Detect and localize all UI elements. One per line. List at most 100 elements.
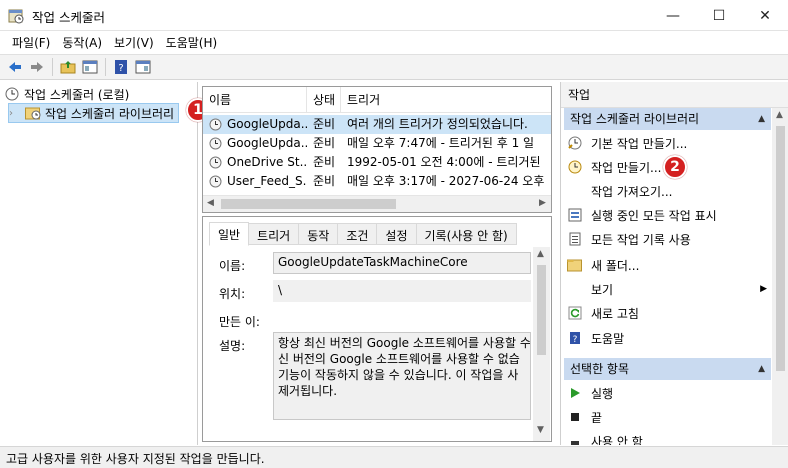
blank-icon (567, 183, 583, 199)
show-hide-console-tree-button[interactable] (79, 56, 101, 78)
scrollbar-thumb[interactable] (221, 199, 396, 209)
refresh-icon (567, 305, 583, 321)
task-trigger: 매일 오후 3:17에 - 2027-06-24 오후 (347, 174, 545, 188)
action-label: 실행 (591, 386, 614, 401)
task-row[interactable]: GoogleUpda... 준비 매일 오후 7:47에 - 트리거된 후 1 … (203, 134, 551, 153)
status-bar: 고급 사용자를 위한 사용자 지정된 작업을 만듭니다. (0, 446, 788, 468)
action-new-folder[interactable]: 새 폴더... (567, 254, 767, 276)
callout-badge-2: 2 (663, 155, 687, 179)
description-line: 기능이 작동하지 않을 수 있습니다. 이 작업을 사 (278, 368, 519, 382)
help-toolbar-button[interactable]: ? (110, 56, 132, 78)
detail-vertical-scrollbar[interactable]: ▲ ▼ (533, 247, 550, 441)
window-title: 작업 스케줄러 (32, 10, 105, 25)
tab-conditions[interactable]: 조건 (337, 223, 378, 245)
chevron-right-icon[interactable]: › (9, 108, 21, 119)
history-icon (567, 231, 583, 247)
close-button[interactable]: ✕ (742, 0, 788, 31)
submenu-arrow-icon: ▶ (760, 284, 767, 294)
detail-tabs: 일반 트리거 동작 조건 설정 기록(사용 안 함) (209, 222, 517, 246)
task-name-field[interactable]: GoogleUpdateTaskMachineCore (273, 252, 531, 274)
menu-file[interactable]: 파일(F) (6, 31, 56, 53)
description-line: 항상 최신 버전의 Google 소프트웨어를 사용할 수 (278, 336, 531, 350)
tab-general[interactable]: 일반 (209, 222, 250, 246)
tab-history[interactable]: 기록(사용 안 함) (415, 223, 517, 245)
scroll-down-icon[interactable]: ▼ (537, 425, 544, 435)
action-view[interactable]: 보기 ▶ (567, 278, 767, 300)
maximize-button[interactable]: ☐ (696, 0, 742, 31)
action-help[interactable]: ? 도움말 (567, 327, 767, 349)
tree-item-task-scheduler-library[interactable]: › 작업 스케줄러 라이브러리 (8, 103, 180, 123)
action-refresh[interactable]: 새로 고침 (567, 302, 767, 324)
section-header-label: 작업 스케줄러 라이브러리 (570, 112, 700, 126)
scroll-up-icon[interactable]: ▲ (776, 110, 783, 120)
task-detail-pane: 일반 트리거 동작 조건 설정 기록(사용 안 함) 이름: GoogleUpd… (202, 216, 552, 442)
section-header-library[interactable]: 작업 스케줄러 라이브러리 ▲ (564, 108, 771, 130)
action-end[interactable]: 끝 (567, 406, 767, 428)
minimize-icon: — (666, 7, 680, 24)
column-header-status[interactable]: 상태 (307, 87, 341, 113)
action-display-running-tasks[interactable]: 실행 중인 모든 작업 표시 (567, 204, 767, 226)
action-label: 작업 가져오기... (591, 184, 673, 199)
description-line: 제거됩니다. (278, 384, 338, 398)
action-run[interactable]: 실행 (567, 382, 767, 404)
blank-icon (567, 281, 583, 297)
menu-bar: 파일(F) 동작(A) 보기(V) 도움말(H) (0, 31, 788, 53)
column-header-name[interactable]: 이름 (203, 87, 307, 113)
action-disable[interactable]: 사용 안 함 (567, 430, 767, 445)
scroll-right-icon[interactable]: ▶ (539, 198, 546, 208)
menu-view[interactable]: 보기(V) (108, 31, 160, 53)
toolbar: ? (0, 54, 788, 80)
tab-triggers[interactable]: 트리거 (248, 223, 300, 245)
task-description-field[interactable]: 항상 최신 버전의 Google 소프트웨어를 사용할 수 신 버전의 Goog… (273, 332, 531, 420)
action-label: 사용 안 함 (591, 434, 643, 446)
menu-action[interactable]: 동작(A) (56, 31, 108, 53)
collapse-icon[interactable]: ▲ (758, 108, 765, 130)
scrollbar-thumb[interactable] (537, 265, 546, 355)
task-location-field: \ (273, 280, 531, 302)
scroll-up-icon[interactable]: ▲ (537, 249, 544, 259)
action-create-basic-task[interactable]: 기본 작업 만들기... (567, 132, 767, 154)
description-line: 신 버전의 Google 소프트웨어를 사용할 수 없습 (278, 352, 520, 366)
task-scheduler-app-icon (8, 8, 24, 24)
task-name: OneDrive St... (227, 155, 307, 169)
section-header-selected-item[interactable]: 선택한 항목 ▲ (564, 358, 771, 380)
task-row[interactable]: User_Feed_S... 준비 매일 오후 3:17에 - 2027-06-… (203, 172, 551, 191)
back-button[interactable] (4, 56, 26, 78)
up-one-level-button[interactable] (57, 56, 79, 78)
action-label: 도움말 (591, 331, 625, 346)
title-bar: 작업 스케줄러 — ☐ ✕ (0, 0, 788, 31)
close-icon: ✕ (759, 7, 771, 24)
forward-button[interactable] (26, 56, 48, 78)
show-hide-action-pane-button[interactable] (132, 56, 154, 78)
action-enable-all-history[interactable]: 모든 작업 기록 사용 (567, 228, 767, 250)
task-row[interactable]: GoogleUpda... 준비 여러 개의 트리거가 정의되었습니다. (203, 115, 551, 134)
task-status: 준비 (313, 117, 336, 131)
horizontal-scrollbar[interactable]: ◀ ▶ (203, 195, 551, 212)
console-tree: 작업 스케줄러 (로컬) › 작업 스케줄러 라이브러리 1 (0, 82, 210, 445)
menu-help[interactable]: 도움말(H) (160, 31, 224, 53)
scroll-left-icon[interactable]: ◀ (207, 198, 214, 208)
maximize-icon: ☐ (712, 7, 726, 24)
show-hide-action-pane-icon (135, 60, 151, 74)
tree-item-label: 작업 스케줄러 라이브러리 (45, 106, 175, 121)
tab-settings[interactable]: 설정 (376, 223, 417, 245)
collapse-icon[interactable]: ▲ (758, 358, 765, 380)
column-header-trigger[interactable]: 트리거 (341, 87, 551, 113)
new-folder-icon (567, 257, 583, 273)
tab-actions[interactable]: 동작 (298, 223, 339, 245)
task-row[interactable]: OneDrive St... 준비 1992-05-01 오전 4:00에 - … (203, 153, 551, 172)
location-label: 위치: (219, 287, 246, 301)
svg-text:?: ? (118, 63, 123, 74)
tree-item-task-scheduler-local[interactable]: 작업 스케줄러 (로컬) (4, 84, 129, 104)
name-label: 이름: (219, 259, 246, 273)
action-import-task[interactable]: 작업 가져오기... (567, 180, 767, 202)
actions-vertical-scrollbar[interactable]: ▲ (772, 108, 788, 445)
help-icon: ? (567, 330, 583, 346)
author-label: 만든 이: (219, 315, 260, 329)
task-list: 이름 상태 트리거 GoogleUpda... 준비 여러 개의 트리거가 정의… (202, 86, 552, 213)
minimize-button[interactable]: — (650, 0, 696, 31)
basic-task-wizard-icon (567, 135, 583, 151)
scrollbar-thumb[interactable] (776, 126, 785, 371)
task-status: 준비 (313, 136, 336, 150)
task-clock-icon (209, 172, 225, 191)
